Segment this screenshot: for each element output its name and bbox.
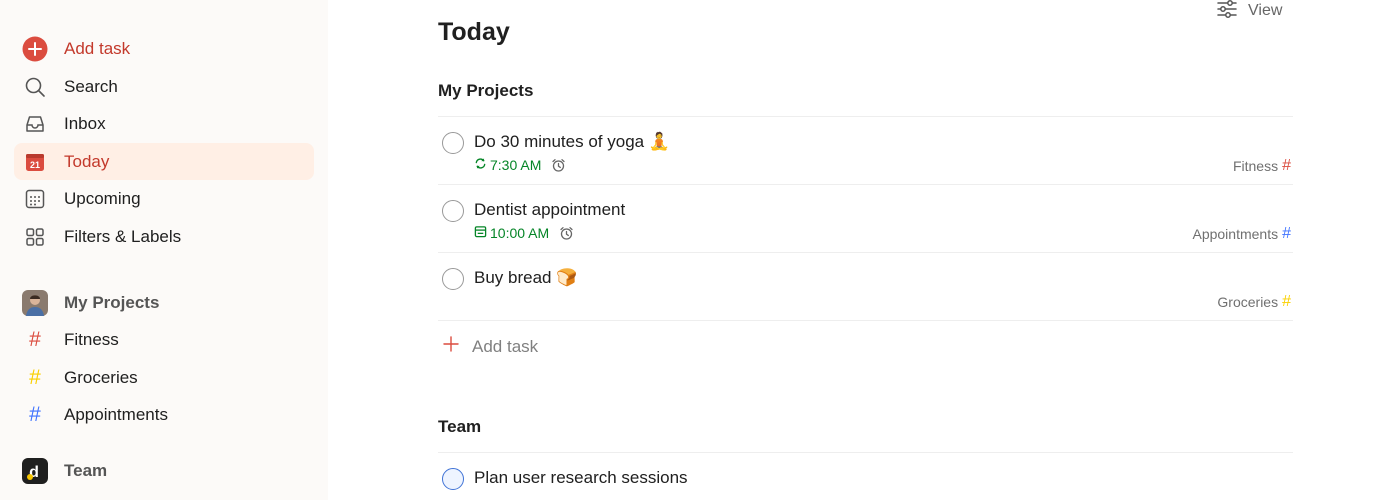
calendar-today-icon: 21 [22, 149, 48, 175]
hash-icon: # [1282, 157, 1291, 174]
hash-icon: # [1282, 293, 1291, 310]
filters-grid-icon [22, 224, 48, 250]
filters-labels-label: Filters & Labels [64, 226, 182, 246]
search-label: Search [64, 76, 118, 96]
task-checkbox[interactable] [442, 200, 464, 222]
task-checkbox[interactable] [442, 268, 464, 290]
sidebar-item-fitness[interactable]: # Fitness [14, 321, 314, 358]
plus-circle-icon [22, 36, 48, 62]
add-task-label: Add task [64, 38, 131, 58]
inbox-label: Inbox [64, 113, 106, 133]
calendar-icon [474, 225, 487, 241]
sidebar-item-search[interactable]: Search [14, 68, 314, 105]
task-time: 10:00 AM [490, 225, 550, 241]
project-name: Fitness [1232, 158, 1279, 174]
divider [438, 452, 1293, 453]
view-button[interactable]: View [1216, 0, 1282, 22]
sidebar: Add task Search Inbox 21 Today Upcoming … [0, 0, 328, 500]
task-time: 7:30 AM [490, 157, 542, 173]
add-task-label: Add task [472, 336, 539, 356]
alarm-icon [551, 158, 566, 173]
sidebar-item-upcoming[interactable]: Upcoming [14, 180, 314, 217]
task-item[interactable]: Do 30 minutes of yoga 🧘 7:30 AM Fitness … [438, 118, 1293, 186]
sidebar-item-filters-labels[interactable]: Filters & Labels [14, 218, 314, 255]
sidebar-my-projects[interactable]: My Projects [14, 284, 314, 321]
sidebar-item-appointments[interactable]: # Appointments [14, 396, 314, 433]
divider [438, 320, 1293, 321]
task-title: Buy bread 🍞 [474, 268, 578, 287]
my-projects-label: My Projects [64, 292, 160, 312]
task-item[interactable]: Plan user research sessions [438, 454, 1293, 500]
sliders-icon [1216, 0, 1238, 24]
alarm-icon [559, 226, 574, 241]
sidebar-item-groceries[interactable]: # Groceries [14, 359, 314, 396]
team-logo-icon: d [22, 457, 48, 484]
divider [438, 252, 1293, 253]
search-icon [22, 74, 48, 100]
today-label: Today [64, 151, 110, 171]
recurring-icon [474, 157, 487, 173]
project-name: Appointments [1192, 226, 1279, 242]
task-project[interactable]: Appointments # [1192, 225, 1291, 243]
avatar [22, 289, 48, 316]
task-checkbox[interactable] [442, 132, 464, 154]
view-label: View [1248, 2, 1283, 19]
task-project[interactable]: Groceries # [1217, 293, 1291, 311]
task-due: 10:00 AM [474, 225, 574, 241]
page-title: Today [438, 18, 510, 46]
project-name: Groceries [1217, 294, 1279, 310]
task-project[interactable]: Fitness # [1233, 157, 1291, 175]
add-task-inline-button[interactable]: Add task [442, 335, 538, 358]
sidebar-item-inbox[interactable]: Inbox [14, 105, 314, 142]
hash-icon: # [29, 328, 41, 351]
calendar-grid-icon [22, 186, 48, 212]
section-title-my-projects: My Projects [438, 81, 534, 100]
task-item[interactable]: Buy bread 🍞 Groceries # [438, 254, 1293, 322]
task-item[interactable]: Dentist appointment 10:00 AM Appointment… [438, 186, 1293, 254]
sidebar-team[interactable]: d Team [14, 452, 314, 489]
hash-icon: # [29, 366, 41, 389]
project-label: Appointments [64, 404, 168, 424]
sidebar-item-today[interactable]: 21 Today [14, 143, 314, 180]
task-title: Plan user research sessions [474, 468, 688, 487]
task-title: Dentist appointment [474, 200, 626, 219]
hash-icon: # [29, 403, 41, 426]
hash-icon: # [1282, 225, 1291, 242]
project-label: Groceries [64, 367, 138, 387]
inbox-icon [22, 111, 48, 137]
team-label: Team [64, 460, 108, 480]
task-due: 7:30 AM [474, 157, 566, 173]
task-title: Do 30 minutes of yoga 🧘 [474, 132, 670, 151]
main-content: View Today My Projects Do 30 minutes of … [328, 0, 1400, 500]
plus-icon [442, 335, 460, 358]
add-task-button[interactable]: Add task [14, 30, 314, 67]
divider [438, 184, 1293, 185]
upcoming-label: Upcoming [64, 188, 141, 208]
section-title-team: Team [438, 417, 482, 436]
svg-text:21: 21 [30, 160, 40, 170]
project-label: Fitness [64, 329, 119, 349]
task-checkbox[interactable] [442, 468, 464, 490]
divider [438, 116, 1293, 117]
